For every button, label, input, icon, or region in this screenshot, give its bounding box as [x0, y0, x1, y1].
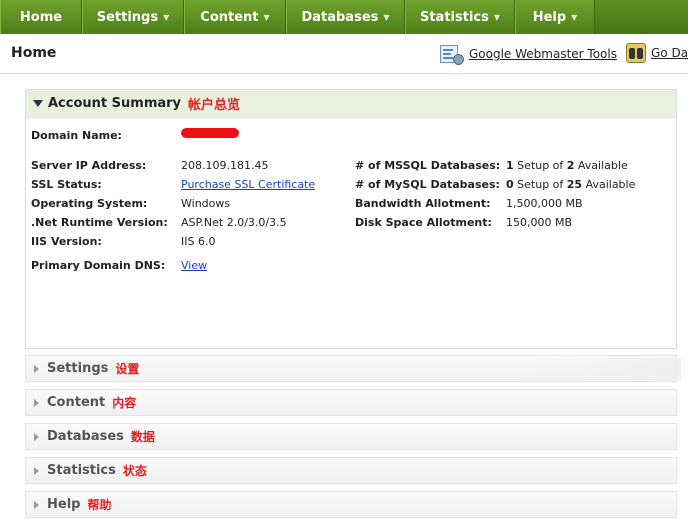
chevron-down-icon: ▼: [571, 12, 578, 22]
nav-databases[interactable]: Databases ▼: [286, 0, 405, 34]
mysql-value: 0 Setup of 25 Available: [506, 178, 635, 191]
mysql-available-count: 25: [566, 178, 583, 191]
mssql-label: # of MSSQL Databases:: [355, 159, 501, 172]
binoculars-icon: [626, 43, 646, 63]
mysql-setup-text: Setup of: [513, 178, 567, 191]
content-section-header[interactable]: Content 内容: [25, 389, 677, 416]
domain-name-label: Domain Name:: [31, 129, 122, 142]
nav-home-label: Home: [19, 9, 63, 25]
settings-section-title: Settings: [47, 361, 109, 376]
statistics-section-annotation: 状态: [122, 464, 147, 478]
nav-statistics-label: Statistics: [419, 9, 489, 25]
bandwidth-label: Bandwidth Allotment:: [355, 197, 491, 210]
nav-content-label: Content: [200, 9, 259, 25]
google-webmaster-tools-link[interactable]: Google Webmaster Tools: [438, 43, 617, 65]
help-section-header[interactable]: Help 帮助: [25, 491, 677, 518]
content-section-annotation: 内容: [112, 396, 137, 410]
top-nav: Home Settings ▼ Content ▼ Databases ▼ St…: [0, 0, 688, 34]
account-summary-header[interactable]: Account Summary 帐户总览: [26, 90, 676, 118]
page-title: Home: [11, 45, 57, 61]
page-header: Home Google Webmaster Tools Go Da: [0, 34, 688, 74]
help-section-annotation: 帮助: [87, 498, 112, 512]
server-ip-value: 208.109.181.45: [181, 159, 269, 172]
domain-name-redaction: [181, 128, 239, 138]
help-section-title: Help: [47, 497, 81, 512]
operating-system-value: Windows: [181, 197, 231, 210]
iis-version-label: IIS Version:: [31, 235, 102, 248]
google-webmaster-tools-label: Google Webmaster Tools: [469, 47, 617, 61]
collapsed-triangle-icon: [34, 398, 39, 407]
mssql-setup-text: Setup of: [513, 159, 567, 172]
disk-space-value: 150,000 MB: [506, 216, 573, 229]
ssl-status-label: SSL Status:: [31, 178, 102, 191]
operating-system-label: Operating System:: [31, 197, 148, 210]
chevron-down-icon: ▼: [383, 12, 390, 22]
chevron-down-icon: ▼: [493, 12, 501, 22]
mssql-available-text: Available: [574, 159, 628, 172]
mssql-setup-count: 1: [506, 159, 514, 172]
mysql-setup-count: 0: [506, 178, 514, 191]
statistics-section-header[interactable]: Statistics 状态: [25, 457, 677, 484]
statistics-section-title: Statistics: [47, 463, 116, 478]
nav-settings-label: Settings: [96, 9, 159, 25]
account-summary-title: Account Summary: [48, 96, 182, 111]
collapsed-triangle-icon: [34, 432, 39, 441]
mysql-label: # of MySQL Databases:: [355, 178, 500, 191]
disk-space-label: Disk Space Allotment:: [355, 216, 492, 229]
settings-section-header[interactable]: Settings 设置: [25, 355, 681, 382]
nav-content[interactable]: Content ▼: [184, 0, 286, 34]
collapsed-triangle-icon: [34, 364, 39, 373]
go-daddy-label: Go Da: [651, 46, 688, 60]
go-daddy-link[interactable]: Go Da: [626, 43, 688, 63]
bandwidth-value: 1,500,000 MB: [506, 197, 583, 210]
header-sheen: [516, 358, 681, 380]
primary-dns-label: Primary Domain DNS:: [31, 259, 166, 272]
nav-spacer: [595, 0, 688, 34]
chevron-down-icon: ▼: [163, 12, 170, 22]
mssql-value: 1 Setup of 2 Available: [506, 159, 628, 172]
collapsed-triangle-icon: [34, 500, 39, 509]
collapsed-triangle-icon: [34, 466, 39, 475]
databases-section-annotation: 数据: [130, 430, 155, 444]
nav-home[interactable]: Home: [0, 0, 82, 34]
net-runtime-value: ASP.Net 2.0/3.0/3.5: [181, 216, 287, 229]
nav-settings[interactable]: Settings ▼: [82, 0, 184, 34]
content-section-title: Content: [47, 395, 106, 410]
iis-version-value: IIS 6.0: [181, 235, 216, 248]
expanded-triangle-icon: [33, 100, 43, 107]
databases-section-header[interactable]: Databases 数据: [25, 423, 677, 450]
view-dns-link[interactable]: View: [181, 259, 207, 272]
databases-section-title: Databases: [47, 429, 124, 444]
account-summary-annotation: 帐户总览: [188, 98, 241, 113]
nav-statistics[interactable]: Statistics ▼: [405, 0, 515, 34]
chevron-down-icon: ▼: [263, 12, 270, 22]
net-runtime-label: .Net Runtime Version:: [31, 216, 168, 229]
settings-section-annotation: 设置: [115, 362, 140, 376]
mysql-available-text: Available: [582, 178, 636, 191]
nav-databases-label: Databases: [301, 9, 379, 25]
nav-help[interactable]: Help ▼: [515, 0, 595, 34]
nav-help-label: Help: [532, 9, 567, 25]
webmaster-tools-icon: [438, 43, 464, 65]
server-ip-label: Server IP Address:: [31, 159, 147, 172]
purchase-ssl-link[interactable]: Purchase SSL Certificate: [181, 178, 315, 191]
